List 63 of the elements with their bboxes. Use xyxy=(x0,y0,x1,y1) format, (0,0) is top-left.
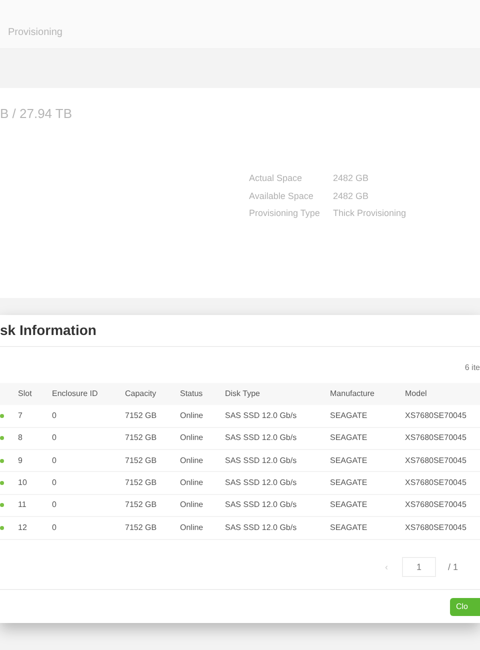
capacity-text: B / 27.94 TB xyxy=(0,105,72,124)
table-cell-text: XS7680SE70045 xyxy=(405,454,468,467)
detail-value: Thick Provisioning xyxy=(333,207,406,220)
table-cell-text: 7152 GB xyxy=(125,522,158,534)
table-cell-text: 0 xyxy=(52,410,58,422)
table-cell-text: 7 xyxy=(18,410,24,422)
detail-value: 2482 GB xyxy=(333,172,369,185)
table-cell-text: Online xyxy=(180,477,204,490)
table-cell-text: XS7680SE70045 xyxy=(405,522,468,534)
table-cell-text: 7152 GB xyxy=(125,410,158,422)
table-cell-text: Online xyxy=(180,432,204,444)
table-cell-text: SAS SSD 12.0 Gb/s xyxy=(225,499,298,512)
table-cell-text: 7152 GB xyxy=(125,477,158,490)
dialog-title: sk Information xyxy=(0,320,96,340)
table-cell-text: XS7680SE70045 xyxy=(405,432,468,444)
close-button[interactable]: Clo xyxy=(450,598,480,616)
table-cell-text: XS7680SE70045 xyxy=(405,499,468,512)
table-cell-text: 10 xyxy=(18,477,28,490)
table-cell-text: 7152 GB xyxy=(125,432,158,444)
table-cell-text: 12 xyxy=(18,522,28,534)
column-header: Disk Type xyxy=(225,388,261,400)
detail-label: Available Space xyxy=(249,190,314,203)
detail-label: Provisioning Type xyxy=(249,207,321,220)
table-cell-text: XS7680SE70045 xyxy=(405,410,468,422)
column-header: Status xyxy=(180,388,204,400)
page-input[interactable]: 1 xyxy=(402,557,436,578)
table-cell-text: SEAGATE xyxy=(330,499,368,512)
detail-label: Actual Space xyxy=(249,172,304,185)
item-count: 6 ite xyxy=(464,362,480,374)
table-cell-text: Online xyxy=(180,499,204,512)
table-cell-text: SAS SSD 12.0 Gb/s xyxy=(225,410,298,422)
table-cell-text: Online xyxy=(180,522,204,534)
table-cell-text: 0 xyxy=(52,522,58,534)
table-cell-text: 7152 GB xyxy=(125,499,158,512)
column-header: Capacity xyxy=(125,388,158,400)
table-cell-text: SEAGATE xyxy=(330,477,368,490)
column-header: Slot xyxy=(18,388,33,400)
page-total: / 1 xyxy=(448,560,458,574)
table-cell-text: 0 xyxy=(52,454,58,467)
table-cell-text: 8 xyxy=(18,432,24,444)
table-cell-text: 11 xyxy=(18,499,28,512)
table-cell-text: SAS SSD 12.0 Gb/s xyxy=(225,477,298,490)
table-cell-text: SEAGATE xyxy=(330,432,368,444)
table-cell-text: SAS SSD 12.0 Gb/s xyxy=(225,454,298,467)
column-header: Enclosure ID xyxy=(52,388,99,400)
tab-label[interactable]: Provisioning xyxy=(8,25,62,44)
table-cell-text: 7152 GB xyxy=(125,454,158,467)
table-cell-text: 0 xyxy=(52,432,58,444)
table-cell-text: Online xyxy=(180,454,204,467)
table-cell-text: SEAGATE xyxy=(330,454,368,467)
table-cell-text: 0 xyxy=(52,499,58,512)
table-cell-text: SEAGATE xyxy=(330,522,368,534)
table-cell-text: XS7680SE70045 xyxy=(405,477,468,490)
table-cell-text: Online xyxy=(180,410,204,422)
table-cell-text: SAS SSD 12.0 Gb/s xyxy=(225,522,298,534)
previous-page-button[interactable]: ‹ xyxy=(385,560,388,574)
table-cell-text: 9 xyxy=(18,454,24,467)
table-cell-text: 0 xyxy=(52,477,58,490)
table-cell-text: SAS SSD 12.0 Gb/s xyxy=(225,432,298,444)
detail-value: 2482 GB xyxy=(333,190,369,202)
table-cell-text: SEAGATE xyxy=(330,410,368,422)
column-header: Manufacture xyxy=(330,388,376,400)
column-header: Model xyxy=(405,388,428,400)
